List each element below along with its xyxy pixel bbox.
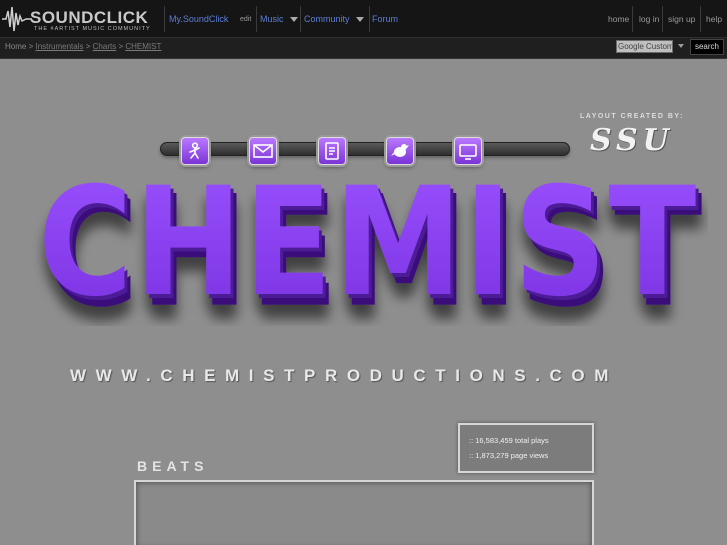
nav-divider: [300, 6, 301, 32]
nav-community-menu[interactable]: Community: [304, 0, 364, 38]
breadcrumb-chemist[interactable]: CHEMIST: [125, 42, 161, 51]
tv-button[interactable]: [454, 137, 482, 165]
twitter-icon: [391, 144, 409, 157]
nav-divider: [700, 6, 701, 32]
nav-help[interactable]: help: [706, 14, 722, 24]
mail-icon: [253, 144, 273, 158]
page-views: :: 1,873,279 page views: [469, 451, 549, 460]
nav-divider: [632, 6, 633, 32]
nav-home[interactable]: home: [608, 14, 629, 24]
notes-button[interactable]: [318, 137, 346, 165]
nav-edit[interactable]: edit: [240, 16, 251, 23]
breadcrumb-home[interactable]: Home: [5, 42, 26, 51]
website-url[interactable]: WWW.CHEMISTPRODUCTIONS.COM: [70, 366, 618, 386]
total-plays: :: 16,583,459 total plays: [469, 436, 549, 445]
breadcrumb-charts[interactable]: Charts: [93, 42, 117, 51]
social-icon-bar: [160, 142, 570, 156]
beats-player-panel: [134, 480, 594, 545]
twitter-button[interactable]: [386, 137, 414, 165]
profile-icon: [189, 142, 200, 159]
nav-divider: [369, 6, 370, 32]
waveform-icon: [2, 6, 32, 32]
nav-signup[interactable]: sign up: [668, 14, 695, 24]
soundclick-logo[interactable]: SOUNDCLICK THE #ARTIST MUSIC COMMUNITY: [0, 3, 160, 35]
search-button[interactable]: search: [690, 39, 724, 55]
mail-button[interactable]: [249, 137, 277, 165]
breadcrumb-bar: Home > Instrumentals > Charts > CHEMIST …: [0, 38, 727, 59]
nav-divider: [164, 6, 165, 32]
chemist-title-text: CHEMIST: [38, 166, 698, 326]
search-input[interactable]: Google Custom: [616, 40, 673, 53]
nav-divider: [256, 6, 257, 32]
chemist-title-logo: CHEMIST CHEMIST CHEMIST: [38, 166, 702, 326]
nav-music-menu[interactable]: Music: [260, 0, 298, 38]
layout-credit-name: SSU: [590, 123, 674, 158]
chevron-down-icon[interactable]: [678, 44, 684, 48]
layout-credit-label: LAYOUT CREATED BY:: [580, 113, 684, 120]
profile-button[interactable]: [181, 137, 209, 165]
nav-my-soundclick[interactable]: My.SoundClick: [169, 14, 228, 24]
breadcrumb: Home > Instrumentals > Charts > CHEMIST: [5, 42, 162, 51]
top-nav: SOUNDCLICK THE #ARTIST MUSIC COMMUNITY M…: [0, 0, 727, 38]
nav-divider: [662, 6, 663, 32]
breadcrumb-instrumentals[interactable]: Instrumentals: [35, 42, 83, 51]
chevron-down-icon[interactable]: [355, 16, 364, 22]
chevron-down-icon[interactable]: [289, 16, 298, 22]
nav-music[interactable]: Music: [260, 14, 284, 24]
notes-icon: [325, 142, 339, 160]
beats-heading: BEATS: [137, 458, 209, 474]
tv-icon: [459, 144, 477, 160]
logo-tagline: THE #ARTIST MUSIC COMMUNITY: [34, 26, 151, 32]
nav-community[interactable]: Community: [304, 14, 350, 24]
nav-forum[interactable]: Forum: [372, 14, 398, 24]
stats-box: :: 16,583,459 total plays :: 1,873,279 p…: [458, 423, 594, 473]
nav-login[interactable]: log in: [639, 14, 659, 24]
logo-text: SOUNDCLICK: [30, 8, 149, 27]
